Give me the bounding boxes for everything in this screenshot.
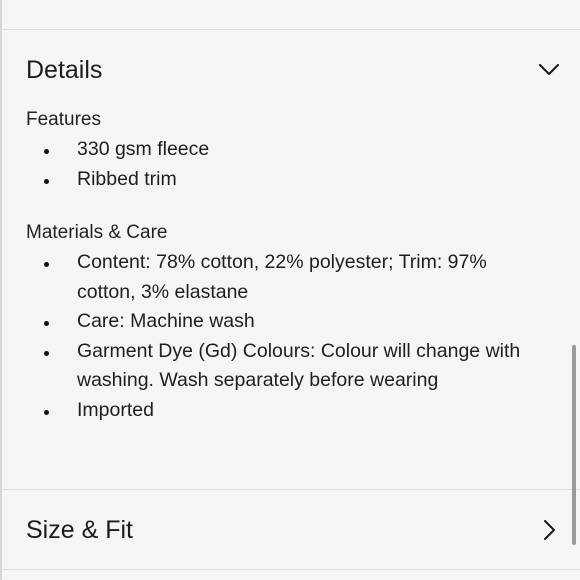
size-fit-accordion-header[interactable]: Size & Fit	[26, 510, 560, 550]
product-details-panel: ARITZIA Details Features 330 gsm fleece …	[0, 0, 580, 580]
brand-logo: ARITZIA	[26, 0, 259, 8]
details-content: Features 330 gsm fleece Ribbed trim Mate…	[26, 105, 546, 425]
panel-edge	[0, 0, 2, 580]
list-item: Garment Dye (Gd) Colours: Colour will ch…	[26, 337, 546, 396]
chevron-down-icon[interactable]	[538, 59, 560, 81]
materials-care-heading: Materials & Care	[26, 222, 168, 243]
list-item: Content: 78% cotton, 22% polyester; Trim…	[26, 248, 546, 307]
list-item: Care: Machine wash	[26, 307, 546, 337]
chevron-right-icon[interactable]	[538, 519, 560, 541]
features-list: 330 gsm fleece Ribbed trim	[26, 135, 546, 194]
list-item: Imported	[26, 396, 546, 426]
list-item: 330 gsm fleece	[26, 135, 546, 165]
list-item: Ribbed trim	[26, 165, 546, 195]
size-fit-title: Size & Fit	[26, 515, 133, 544]
details-title: Details	[26, 55, 103, 84]
features-heading: Features	[26, 109, 101, 130]
divider	[2, 29, 580, 30]
divider	[2, 489, 580, 490]
divider	[2, 569, 580, 570]
details-accordion-header[interactable]: Details	[26, 50, 560, 90]
materials-care-list: Content: 78% cotton, 22% polyester; Trim…	[26, 248, 546, 425]
scrollbar-thumb[interactable]	[572, 345, 576, 545]
